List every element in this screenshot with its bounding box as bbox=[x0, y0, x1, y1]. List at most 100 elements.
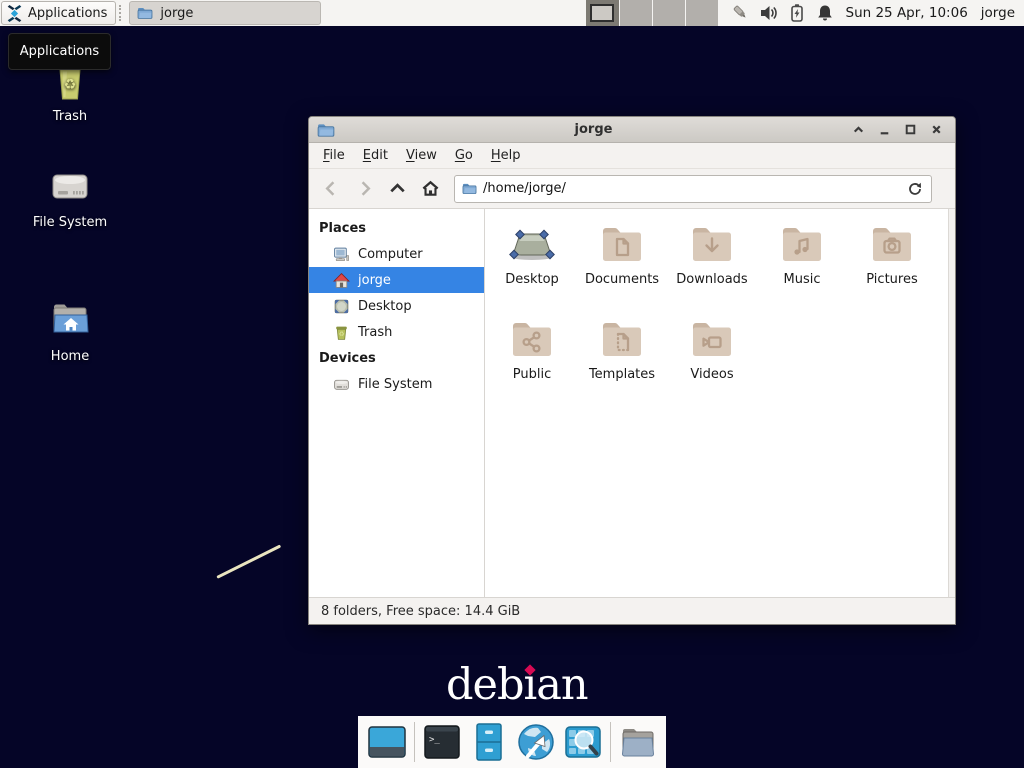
sidebar-header-devices: Devices bbox=[309, 345, 484, 371]
folder-name: Downloads bbox=[676, 272, 747, 287]
close-icon bbox=[930, 123, 943, 136]
trash-icon: ♻ bbox=[333, 324, 350, 341]
folder-item-downloads[interactable]: Downloads bbox=[667, 221, 757, 316]
home-folder-icon bbox=[46, 296, 94, 344]
taskbar-window-button[interactable]: jorge bbox=[129, 1, 321, 25]
panel-username[interactable]: jorge bbox=[981, 5, 1015, 21]
applications-menu-icon bbox=[6, 5, 23, 22]
folder-item-music[interactable]: Music bbox=[757, 221, 847, 316]
app-finder-button[interactable] bbox=[563, 722, 603, 762]
folder-name: Documents bbox=[585, 272, 659, 287]
battery-charging-icon[interactable] bbox=[787, 3, 807, 23]
folder-videos-icon bbox=[688, 316, 736, 364]
app-finder-icon bbox=[563, 722, 603, 762]
folder-downloads-icon bbox=[688, 221, 736, 269]
desktop-special-icon bbox=[508, 221, 556, 269]
sidebar-item-trash[interactable]: ♻ Trash bbox=[309, 319, 484, 345]
workspace-3[interactable] bbox=[652, 0, 685, 26]
titlebar[interactable]: jorge bbox=[309, 117, 955, 143]
applications-menu-label: Applications bbox=[28, 6, 107, 21]
menu-go[interactable]: Go bbox=[446, 145, 482, 166]
applications-tooltip: Applications bbox=[8, 33, 111, 70]
vertical-scrollbar[interactable] bbox=[948, 209, 955, 597]
home-button[interactable] bbox=[414, 174, 447, 204]
sidebar-item-file-system[interactable]: File System bbox=[309, 371, 484, 397]
folder-item-videos[interactable]: Videos bbox=[667, 316, 757, 411]
folder-view[interactable]: Desktop Documents bbox=[485, 209, 955, 597]
dock-separator bbox=[414, 722, 415, 762]
close-button[interactable] bbox=[930, 123, 943, 136]
folder-item-documents[interactable]: Documents bbox=[577, 221, 667, 316]
computer-icon bbox=[333, 246, 350, 263]
menu-edit[interactable]: Edit bbox=[354, 145, 397, 166]
file-manager-window: jorge File Edit View Go Help bbox=[308, 116, 956, 625]
dock-separator bbox=[610, 722, 611, 762]
location-bar[interactable]: /home/jorge/ bbox=[454, 175, 932, 203]
window-body: Places Computer jorge bbox=[309, 209, 955, 597]
workspace-pager[interactable] bbox=[586, 0, 718, 26]
desktop-icon-file-system[interactable]: File System bbox=[22, 162, 118, 230]
sidebar: Places Computer jorge bbox=[309, 209, 485, 597]
up-button[interactable] bbox=[381, 174, 414, 204]
sidebar-item-jorge[interactable]: jorge bbox=[309, 267, 484, 293]
reload-button[interactable] bbox=[906, 180, 924, 198]
taskbar-window-label: jorge bbox=[160, 6, 193, 21]
applications-tooltip-text: Applications bbox=[20, 44, 99, 59]
file-manager-button[interactable] bbox=[469, 722, 509, 762]
folder-name: Desktop bbox=[505, 272, 559, 287]
desktop-icon-home[interactable]: Home bbox=[22, 296, 118, 364]
sidebar-item-computer[interactable]: Computer bbox=[309, 241, 484, 267]
desktop-icon-label: Trash bbox=[22, 109, 118, 124]
statusbar: 8 folders, Free space: 14.4 GiB bbox=[309, 597, 955, 624]
forward-button[interactable] bbox=[348, 174, 381, 204]
location-path[interactable]: /home/jorge/ bbox=[483, 181, 900, 196]
bottom-dock: >_ bbox=[358, 716, 666, 768]
folder-item-public[interactable]: Public bbox=[487, 316, 577, 411]
sidebar-item-label: jorge bbox=[358, 273, 391, 288]
panel-clock[interactable]: Sun 25 Apr, 10:06 bbox=[846, 5, 968, 21]
folder-item-templates[interactable]: Templates bbox=[577, 316, 667, 411]
workspace-4[interactable] bbox=[685, 0, 718, 26]
menu-view[interactable]: View bbox=[397, 145, 446, 166]
home-directory-icon bbox=[618, 722, 658, 762]
show-desktop-button[interactable] bbox=[367, 722, 407, 762]
maximize-button[interactable] bbox=[904, 123, 917, 136]
applications-menu-button[interactable]: Applications bbox=[1, 1, 116, 25]
volume-icon[interactable] bbox=[759, 3, 779, 23]
folder-name: Templates bbox=[589, 367, 655, 382]
statusbar-text: 8 folders, Free space: 14.4 GiB bbox=[321, 604, 520, 619]
sidebar-item-label: Desktop bbox=[358, 299, 412, 314]
up-icon bbox=[387, 178, 408, 199]
shade-button[interactable] bbox=[852, 123, 865, 136]
minimize-button[interactable] bbox=[878, 123, 891, 136]
back-button[interactable] bbox=[315, 174, 348, 204]
sidebar-header-places: Places bbox=[309, 215, 484, 241]
show-desktop-icon bbox=[367, 722, 407, 762]
menu-help[interactable]: Help bbox=[482, 145, 530, 166]
folder-pictures-icon bbox=[868, 221, 916, 269]
debian-wordmark: debıan bbox=[446, 660, 588, 710]
notifications-bell-icon[interactable] bbox=[815, 3, 835, 23]
back-icon bbox=[321, 178, 342, 199]
terminal-button[interactable]: >_ bbox=[422, 722, 462, 762]
forward-icon bbox=[354, 178, 375, 199]
stylus-icon[interactable] bbox=[731, 3, 751, 23]
folder-item-pictures[interactable]: Pictures bbox=[847, 221, 937, 316]
workspace-2[interactable] bbox=[619, 0, 652, 26]
workspace-1[interactable] bbox=[586, 0, 619, 26]
hard-drive-icon bbox=[46, 162, 94, 210]
folder-name: Videos bbox=[690, 367, 733, 382]
window-controls bbox=[852, 123, 943, 136]
reload-icon bbox=[906, 180, 924, 198]
workspace-window-preview bbox=[590, 4, 614, 22]
menu-file[interactable]: File bbox=[314, 145, 354, 166]
home-icon bbox=[420, 178, 441, 199]
system-tray bbox=[731, 3, 835, 23]
folder-documents-icon bbox=[598, 221, 646, 269]
web-browser-button[interactable] bbox=[516, 722, 556, 762]
taskbar-folder-icon bbox=[137, 5, 153, 21]
sidebar-item-desktop[interactable]: Desktop bbox=[309, 293, 484, 319]
folder-item-desktop[interactable]: Desktop bbox=[487, 221, 577, 316]
menubar: File Edit View Go Help bbox=[309, 143, 955, 169]
home-directory-button[interactable] bbox=[618, 722, 658, 762]
